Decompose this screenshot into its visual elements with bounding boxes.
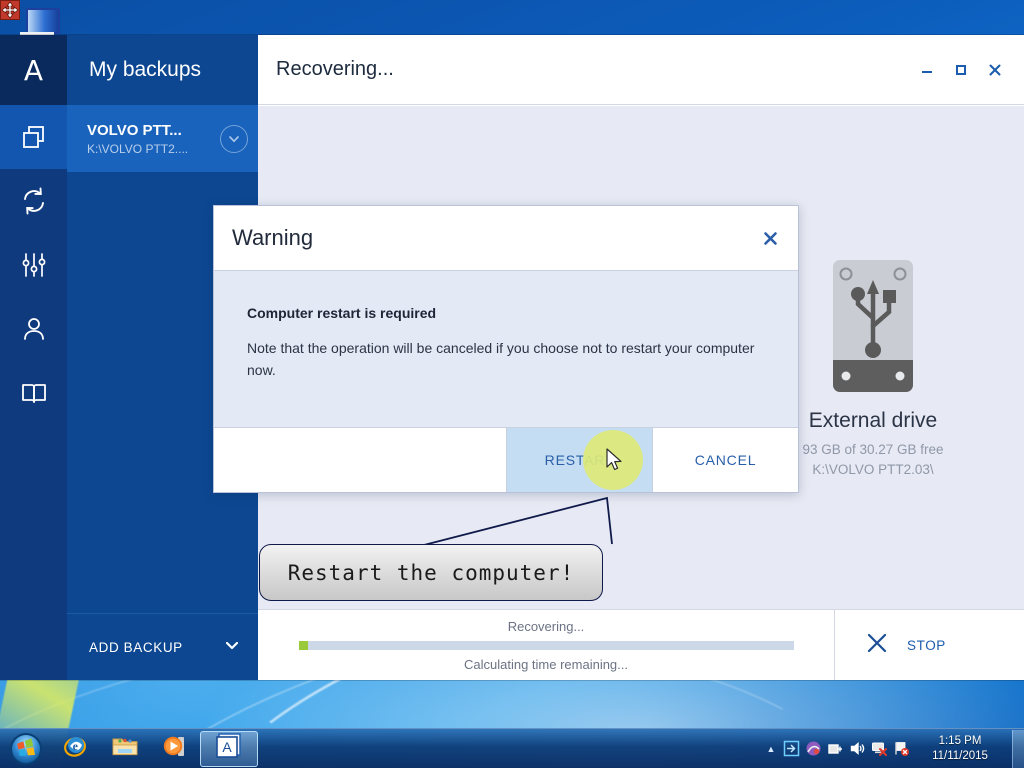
clock-date: 11/11/2015 bbox=[932, 749, 988, 762]
taskbar-item-media-player[interactable] bbox=[150, 730, 200, 768]
acronis-a-icon: A bbox=[215, 732, 243, 765]
sidebar-icon-rail: A bbox=[0, 35, 67, 680]
backup-copies-icon bbox=[19, 122, 49, 152]
acronis-a-icon: A bbox=[0, 35, 67, 105]
sidebar-item-sync[interactable] bbox=[0, 169, 67, 233]
svg-text:e: e bbox=[73, 739, 79, 753]
cancel-button-label: CANCEL bbox=[694, 452, 757, 468]
dialog-actions-spacer bbox=[214, 428, 506, 492]
backups-panel-title: My backups bbox=[67, 35, 258, 105]
cancel-button[interactable]: CANCEL bbox=[652, 428, 798, 492]
sync-icon bbox=[19, 186, 49, 216]
callout-text: Restart the computer! bbox=[287, 560, 575, 585]
windows-taskbar: e A ▲ 1:15 PM 11/11/2015 bbox=[0, 728, 1024, 768]
progress-eta-text: Calculating time remaining... bbox=[463, 656, 629, 672]
sidebar-item-tools[interactable] bbox=[0, 233, 67, 297]
dialog-title: Warning bbox=[232, 225, 314, 250]
maximize-button[interactable] bbox=[944, 53, 978, 87]
windows-start-orb-icon[interactable] bbox=[2, 730, 50, 768]
dialog-body: Computer restart is required Note that t… bbox=[214, 271, 798, 427]
taskbar-clock[interactable]: 1:15 PM 11/11/2015 bbox=[912, 734, 1008, 764]
sliders-tools-icon bbox=[19, 250, 49, 280]
callout-box: Restart the computer! bbox=[259, 544, 603, 601]
dialog-actions: RESTART CANCEL bbox=[214, 427, 798, 492]
add-backup-button[interactable]: ADD BACKUP bbox=[67, 613, 258, 680]
restart-button[interactable]: RESTART bbox=[506, 428, 652, 492]
move-cursor-icon bbox=[0, 0, 20, 20]
system-tray: ▲ 1:15 PM 11/11/2015 bbox=[762, 729, 1024, 768]
progress-bar-fill bbox=[298, 640, 309, 650]
taskbar-item-internet-explorer[interactable]: e bbox=[50, 730, 100, 768]
backup-item-path: K:\VOLVO PTT2.... bbox=[87, 141, 189, 156]
close-button[interactable] bbox=[978, 53, 1012, 87]
clock-time: 1:15 PM bbox=[938, 734, 982, 747]
user-account-icon bbox=[19, 314, 49, 344]
restart-button-label: RESTART bbox=[544, 452, 615, 468]
remote-session-icon[interactable] bbox=[780, 736, 802, 762]
stop-button[interactable]: STOP bbox=[834, 610, 1024, 680]
dialog-header: Warning bbox=[214, 206, 798, 271]
volume-icon[interactable] bbox=[846, 736, 868, 762]
backup-item-name: VOLVO PTT... bbox=[87, 121, 182, 139]
warning-dialog: Warning Computer restart is required Not… bbox=[213, 205, 799, 493]
chevron-down-circle-icon[interactable] bbox=[220, 124, 248, 153]
folder-explorer-icon bbox=[110, 731, 140, 766]
backup-list-item[interactable]: VOLVO PTT... K:\VOLVO PTT2.... bbox=[67, 105, 258, 172]
show-desktop-button[interactable] bbox=[1012, 729, 1024, 768]
sidebar-item-backup[interactable] bbox=[0, 105, 67, 169]
dialog-heading: Computer restart is required bbox=[247, 305, 437, 321]
safely-remove-hardware-icon[interactable] bbox=[824, 736, 846, 762]
add-backup-label: ADD BACKUP bbox=[89, 639, 183, 655]
media-player-icon bbox=[160, 731, 190, 766]
usb-external-drive-icon bbox=[827, 260, 919, 400]
sidebar-item-help[interactable] bbox=[0, 361, 67, 425]
dialog-close-button[interactable] bbox=[756, 224, 784, 252]
svg-text:A: A bbox=[222, 739, 232, 755]
network-disconnected-icon[interactable] bbox=[868, 736, 890, 762]
minimize-button[interactable] bbox=[910, 53, 944, 87]
progress-strip: Recovering... Calculating time remaining… bbox=[258, 609, 1024, 680]
dialog-message: Note that the operation will be canceled… bbox=[247, 340, 755, 379]
close-x-icon bbox=[865, 631, 889, 660]
book-help-icon bbox=[19, 378, 49, 408]
progress-status-text: Recovering... bbox=[507, 618, 585, 634]
page-title: Recovering... bbox=[276, 58, 394, 80]
acronis-logo-letter: A bbox=[23, 53, 44, 87]
stop-button-label: STOP bbox=[907, 637, 946, 653]
taskbar-item-windows-explorer[interactable] bbox=[100, 730, 150, 768]
progress-bar bbox=[298, 640, 794, 650]
taskbar-item-acronis-true-image[interactable]: A bbox=[200, 730, 258, 767]
graphics-adapter-icon[interactable] bbox=[802, 736, 824, 762]
sidebar-item-account[interactable] bbox=[0, 297, 67, 361]
action-center-flag-icon[interactable] bbox=[890, 736, 912, 762]
window-titlebar: Recovering... bbox=[258, 35, 1024, 105]
chevron-down-icon bbox=[224, 637, 240, 658]
progress-area: Recovering... Calculating time remaining… bbox=[258, 610, 834, 680]
show-hidden-icons-arrow[interactable]: ▲ bbox=[762, 744, 780, 754]
internet-explorer-icon: e bbox=[60, 731, 90, 766]
